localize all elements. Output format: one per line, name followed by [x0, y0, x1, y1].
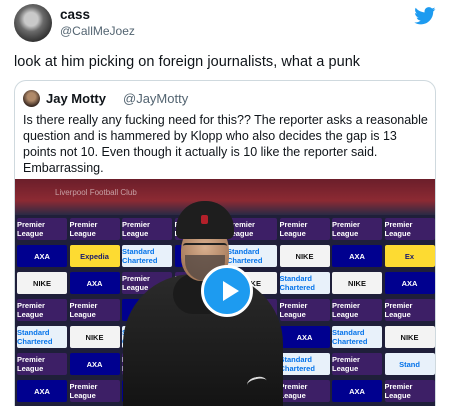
- author-handle[interactable]: @CallMeJoez: [60, 24, 135, 38]
- sponsor-tile: Premier League: [69, 218, 120, 240]
- sponsor-tile: Premier League: [227, 218, 277, 240]
- sponsor-tile: AXA: [279, 326, 330, 348]
- hat-crest-icon: [201, 215, 208, 224]
- sponsor-tile: AXA: [384, 272, 435, 294]
- author-display-name[interactable]: cass: [60, 7, 90, 22]
- sponsor-tile: Standard Chartered: [332, 326, 382, 348]
- play-icon[interactable]: [201, 265, 253, 317]
- tweet-card[interactable]: cass @CallMeJoez look at him picking on …: [0, 0, 450, 406]
- sponsor-tile: Premier League: [279, 380, 330, 402]
- avatar[interactable]: [14, 4, 52, 42]
- sponsor-tile: NIKE: [17, 272, 67, 294]
- sponsor-tile: Standard Chartered: [279, 272, 330, 294]
- quoted-tweet-text: Is there really any fucking need for thi…: [23, 113, 428, 175]
- sponsor-tile: Stand: [384, 353, 435, 375]
- sponsor-tile: Ex: [384, 245, 435, 267]
- sponsor-tile: AXA: [332, 380, 382, 402]
- person-glasses: [183, 243, 227, 253]
- quoted-tweet[interactable]: Jay Motty @JayMotty Is there really any …: [14, 80, 436, 406]
- sponsor-tile: NIKE: [279, 245, 330, 267]
- sponsor-tile: Standard Chartered: [227, 245, 277, 267]
- sponsor-tile: Standard Chartered: [17, 326, 67, 348]
- sponsor-tile: Premier League: [122, 218, 172, 240]
- quoted-display-name[interactable]: Jay Motty: [46, 91, 106, 106]
- sponsor-tile: AXA: [332, 245, 382, 267]
- quoted-avatar[interactable]: [23, 90, 40, 107]
- sponsor-tile: Premier League: [384, 218, 435, 240]
- sponsor-tile: Premier League: [384, 380, 435, 402]
- sponsor-tile: Premier League: [279, 299, 330, 321]
- sponsor-tile: Premier League: [332, 218, 382, 240]
- sponsor-tile: Premier League: [384, 299, 435, 321]
- sponsor-tile: NIKE: [332, 272, 382, 294]
- sponsor-tile: Premier League: [332, 299, 382, 321]
- sponsor-tile: Premier League: [17, 353, 67, 375]
- tweet-text: look at him picking on foreign journalis…: [14, 54, 361, 70]
- play-triangle: [223, 281, 239, 301]
- sponsor-tile: Premier League: [279, 218, 330, 240]
- sponsor-tile: NIKE: [69, 326, 120, 348]
- sponsor-tile: NIKE: [384, 326, 435, 348]
- sponsor-tile: Premier League: [17, 218, 67, 240]
- sponsor-tile: Standard Chartered: [279, 353, 330, 375]
- sponsor-tile: AXA: [69, 272, 120, 294]
- sponsor-tile: AXA: [17, 380, 67, 402]
- sponsor-tile: Standard Chartered: [122, 245, 172, 267]
- sponsor-tile: AXA: [69, 353, 120, 375]
- sponsor-tile: Expedia: [69, 245, 120, 267]
- sponsor-tile: Premier League: [17, 299, 67, 321]
- sponsor-tile: Premier League: [69, 380, 120, 402]
- twitter-bird-icon[interactable]: [414, 7, 436, 25]
- sponsor-tile: Premier League: [69, 299, 120, 321]
- video-player[interactable]: Liverpool Football Club Premier League Pr…: [15, 179, 435, 406]
- sponsor-tile: Premier League: [332, 353, 382, 375]
- sponsor-tile: AXA: [17, 245, 67, 267]
- backdrop-text: Liverpool Football Club: [55, 188, 137, 197]
- quoted-handle[interactable]: @JayMotty: [123, 91, 188, 106]
